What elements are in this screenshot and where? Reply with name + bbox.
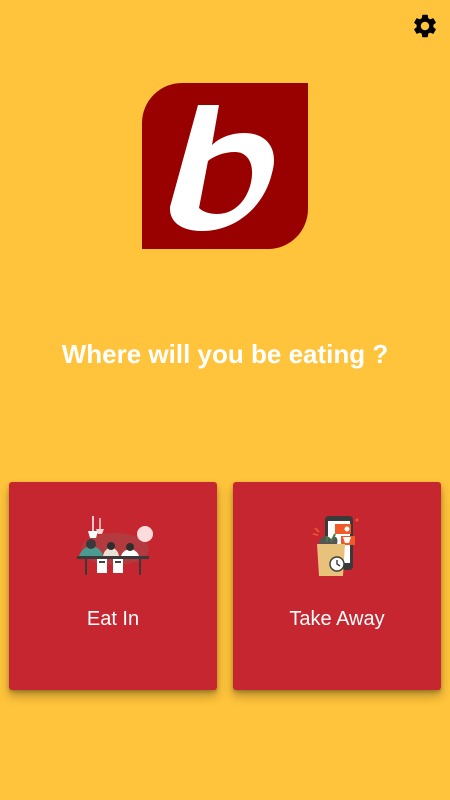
settings-button[interactable] [408,9,442,43]
take-away-button[interactable]: Take Away [233,482,441,690]
dining-table-illustration [77,516,153,575]
take-away-label: Take Away [289,608,385,630]
page-title: Where will you be eating ? [61,339,389,369]
gear-icon [414,14,436,38]
takeaway-bag-phone-illustration [312,516,359,576]
brand-logo [142,83,308,249]
eat-in-label: Eat In [86,608,140,630]
app-screen: Where will you be eating ? Eat In Take A… [0,0,450,800]
eat-in-button[interactable]: Eat In [9,482,217,690]
